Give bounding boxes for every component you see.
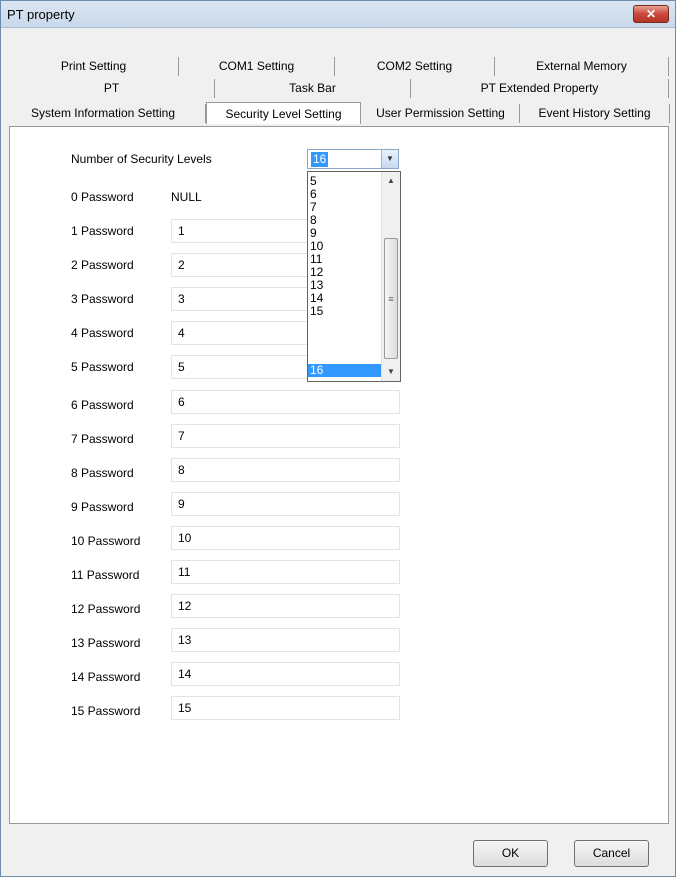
title-bar[interactable]: PT property ✕ <box>1 1 675 28</box>
security-levels-select[interactable]: 16 ▼ <box>307 149 399 169</box>
scroll-up-icon[interactable]: ▲ <box>382 172 400 189</box>
password-0-label: 0 Password <box>71 190 134 204</box>
scrollbar-thumb[interactable]: ≡ <box>384 238 398 359</box>
tab-user-permission-setting[interactable]: User Permission Setting <box>362 104 520 123</box>
tab-system-information-setting[interactable]: System Information Setting <box>1 104 206 123</box>
tab-external-memory[interactable]: External Memory <box>495 57 669 76</box>
tab-print-setting[interactable]: Print Setting <box>9 57 179 76</box>
password-label: 12 Password <box>71 602 141 616</box>
dropdown-option[interactable]: 6 <box>308 188 382 200</box>
dropdown-option[interactable]: 15 <box>308 305 382 317</box>
tab-com1-setting[interactable]: COM1 Setting <box>179 57 335 76</box>
password-label: 1 Password <box>71 224 134 238</box>
password-field[interactable]: 7 <box>171 424 400 448</box>
password-label: 2 Password <box>71 258 134 272</box>
password-label: 4 Password <box>71 326 134 340</box>
tab-row-1: Print Setting COM1 Setting COM2 Setting … <box>9 57 669 76</box>
tab-security-level-setting[interactable]: Security Level Setting <box>206 102 361 124</box>
tab-event-history-setting[interactable]: Event History Setting <box>520 104 670 123</box>
security-levels-dropdown-list: 5 6 7 8 9 10 11 12 13 14 15 16 ▲ ≡ ▼ <box>307 171 401 382</box>
dropdown-option[interactable]: 10 <box>308 240 382 252</box>
dropdown-option[interactable]: 13 <box>308 279 382 291</box>
tab-pt-extended-property[interactable]: PT Extended Property <box>411 79 669 98</box>
tab-task-bar[interactable]: Task Bar <box>215 79 411 98</box>
password-label: 13 Password <box>71 636 141 650</box>
ok-button[interactable]: OK <box>473 840 548 867</box>
password-field[interactable]: 13 <box>171 628 400 652</box>
password-label: 14 Password <box>71 670 141 684</box>
password-label: 11 Password <box>71 568 140 582</box>
password-field[interactable]: 12 <box>171 594 400 618</box>
dropdown-option[interactable]: 7 <box>308 201 382 213</box>
tab-row-3: System Information Setting Security Leve… <box>1 102 676 124</box>
security-levels-value: 16 <box>311 152 329 167</box>
password-field[interactable]: 15 <box>171 696 400 720</box>
tab-row-2: PT Task Bar PT Extended Property <box>9 79 669 98</box>
password-0-value: NULL <box>171 190 202 204</box>
chevron-down-icon[interactable]: ▼ <box>381 150 398 168</box>
dropdown-option-selected[interactable]: 16 <box>308 364 382 377</box>
cancel-button[interactable]: Cancel <box>574 840 649 867</box>
tab-com2-setting[interactable]: COM2 Setting <box>335 57 495 76</box>
password-label: 15 Password <box>71 704 141 718</box>
dropdown-option[interactable]: 14 <box>308 292 382 304</box>
password-field[interactable]: 8 <box>171 458 400 482</box>
password-field[interactable]: 9 <box>171 492 400 516</box>
dropdown-option[interactable]: 8 <box>308 214 382 226</box>
password-field[interactable]: 6 <box>171 390 400 414</box>
dropdown-scrollbar[interactable]: ▲ ≡ ▼ <box>381 172 400 381</box>
password-label: 10 Password <box>71 534 141 548</box>
password-label: 9 Password <box>71 500 134 514</box>
dropdown-option[interactable]: 12 <box>308 266 382 278</box>
grip-icon: ≡ <box>388 294 394 304</box>
password-field[interactable]: 11 <box>171 560 400 584</box>
password-label: 5 Password <box>71 360 134 374</box>
close-icon[interactable]: ✕ <box>633 5 669 23</box>
dropdown-option[interactable]: 5 <box>308 175 382 187</box>
security-levels-label: Number of Security Levels <box>71 152 212 166</box>
scroll-down-icon[interactable]: ▼ <box>382 363 400 380</box>
pt-property-dialog: PT property ✕ Print Setting COM1 Setting… <box>0 0 676 877</box>
dropdown-option[interactable]: 11 <box>308 253 382 265</box>
password-label: 7 Password <box>71 432 134 446</box>
password-label: 3 Password <box>71 292 134 306</box>
tab-pt[interactable]: PT <box>9 79 215 98</box>
password-field[interactable]: 10 <box>171 526 400 550</box>
password-label: 8 Password <box>71 466 134 480</box>
password-label: 6 Password <box>71 398 134 412</box>
dropdown-option[interactable]: 9 <box>308 227 382 239</box>
window-title: PT property <box>7 7 75 22</box>
password-field[interactable]: 14 <box>171 662 400 686</box>
